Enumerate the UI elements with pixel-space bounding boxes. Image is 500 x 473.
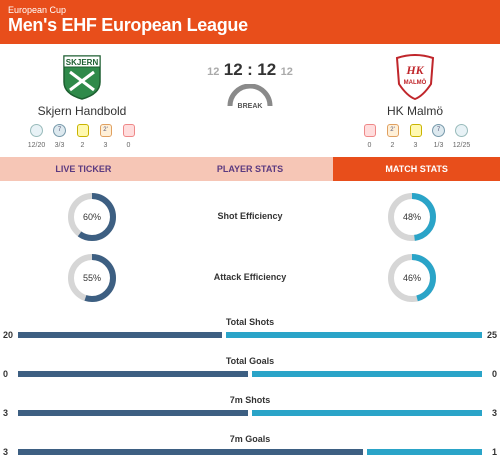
break-indicator: BREAK	[227, 84, 273, 110]
away-seven-meters: 7 1/3	[427, 124, 450, 149]
home-timeouts: 12/20	[25, 124, 48, 149]
away-efficiency-ring-0: 48%	[388, 193, 436, 241]
bar-away-value-2: 3	[491, 408, 497, 418]
bar-home-value-2: 3	[3, 408, 9, 418]
bar-away-1	[252, 371, 482, 377]
away-efficiency-ring-1-value: 46%	[403, 273, 421, 283]
timeout-icon	[30, 124, 43, 137]
bar-label-1: Total Goals	[225, 356, 275, 366]
home-two-minutes: 2' 3	[94, 124, 117, 149]
bar-away-2	[252, 410, 482, 416]
scoreboard: 12 12 : 12 12	[200, 60, 300, 80]
away-halftime-score: 12	[280, 66, 293, 78]
efficiency-label-0: Shot Efficiency	[217, 211, 283, 221]
bar-home-value-3: 3	[3, 447, 9, 457]
yellow-card-icon	[76, 124, 89, 137]
home-yellow-cards: 2	[71, 124, 94, 149]
home-team-name: Skjern Handbold	[37, 104, 127, 118]
two-minute-icon: 2'	[99, 124, 112, 137]
bar-away-value-1: 0	[491, 369, 497, 379]
yellow-card-icon	[409, 124, 422, 137]
seven-meter-icon: 7	[53, 124, 66, 137]
home-stats: 12/20 7 3/3 2 2' 3 0	[25, 124, 140, 149]
away-team-logo: HK MALMÖ	[395, 54, 435, 100]
bar-label-2: 7m Shots	[229, 395, 271, 405]
away-team[interactable]: HK MALMÖ HK Malmö	[345, 54, 485, 118]
away-timeouts: 12/25	[450, 124, 473, 149]
tab-match-stats[interactable]: MATCH STATS	[333, 157, 500, 181]
score-separator: :	[247, 60, 253, 79]
away-efficiency-ring-1: 46%	[388, 254, 436, 302]
seven-meter-icon: 7	[432, 124, 445, 137]
red-card-icon	[122, 124, 135, 137]
two-minute-icon: 2'	[386, 124, 399, 137]
home-score: 12	[223, 60, 243, 79]
home-efficiency-ring-1: 55%	[68, 254, 116, 302]
tab-live-ticker[interactable]: LIVE TICKER	[0, 157, 167, 181]
bar-home-0	[18, 332, 222, 338]
home-seven-meters: 7 3/3	[48, 124, 71, 149]
home-efficiency-ring-0-value: 60%	[83, 212, 101, 222]
home-halftime-score: 12	[207, 66, 220, 78]
bar-away-3	[367, 449, 482, 455]
home-logo-text: SKJERN	[66, 58, 99, 67]
bar-label-3: 7m Goals	[229, 434, 271, 444]
away-score: 12	[257, 60, 277, 79]
home-red-cards: 0	[117, 124, 140, 149]
home-efficiency-ring-1-value: 55%	[83, 273, 101, 283]
competition-title: Men's EHF European League	[8, 15, 248, 35]
bar-home-2	[18, 410, 248, 416]
bar-away-value-0: 25	[486, 330, 497, 340]
match-status: BREAK	[238, 103, 263, 110]
home-efficiency-ring-0: 60%	[68, 193, 116, 241]
home-team[interactable]: SKJERN Skjern Handbold	[12, 54, 152, 118]
away-efficiency-ring-0-value: 48%	[403, 212, 421, 222]
app-header: European Cup Men's EHF European League	[0, 0, 500, 44]
tab-player-stats[interactable]: PLAYER STATS	[167, 157, 334, 181]
away-yellow-cards: 3	[404, 124, 427, 149]
away-stats: 0 2' 2 3 7 1/3 12/25	[358, 124, 473, 149]
timeout-icon	[455, 124, 468, 137]
away-two-minutes: 2' 2	[381, 124, 404, 149]
competition-subtitle: European Cup	[8, 5, 67, 15]
bar-away-0	[226, 332, 482, 338]
home-team-logo: SKJERN	[63, 55, 101, 100]
away-logo-text: HK	[405, 63, 424, 77]
away-team-name: HK Malmö	[386, 104, 443, 118]
bar-home-3	[18, 449, 363, 455]
tab-bar: LIVE TICKER PLAYER STATS MATCH STATS	[0, 157, 500, 181]
bar-home-value-0: 20	[3, 330, 14, 340]
away-red-cards: 0	[358, 124, 381, 149]
bar-home-value-1: 0	[3, 369, 9, 379]
bar-home-1	[18, 371, 248, 377]
efficiency-label-1: Attack Efficiency	[213, 272, 287, 282]
away-logo-sub: MALMÖ	[404, 79, 427, 86]
bar-label-0: Total Shots	[225, 317, 275, 327]
red-card-icon	[363, 124, 376, 137]
bar-away-value-3: 1	[491, 447, 497, 457]
